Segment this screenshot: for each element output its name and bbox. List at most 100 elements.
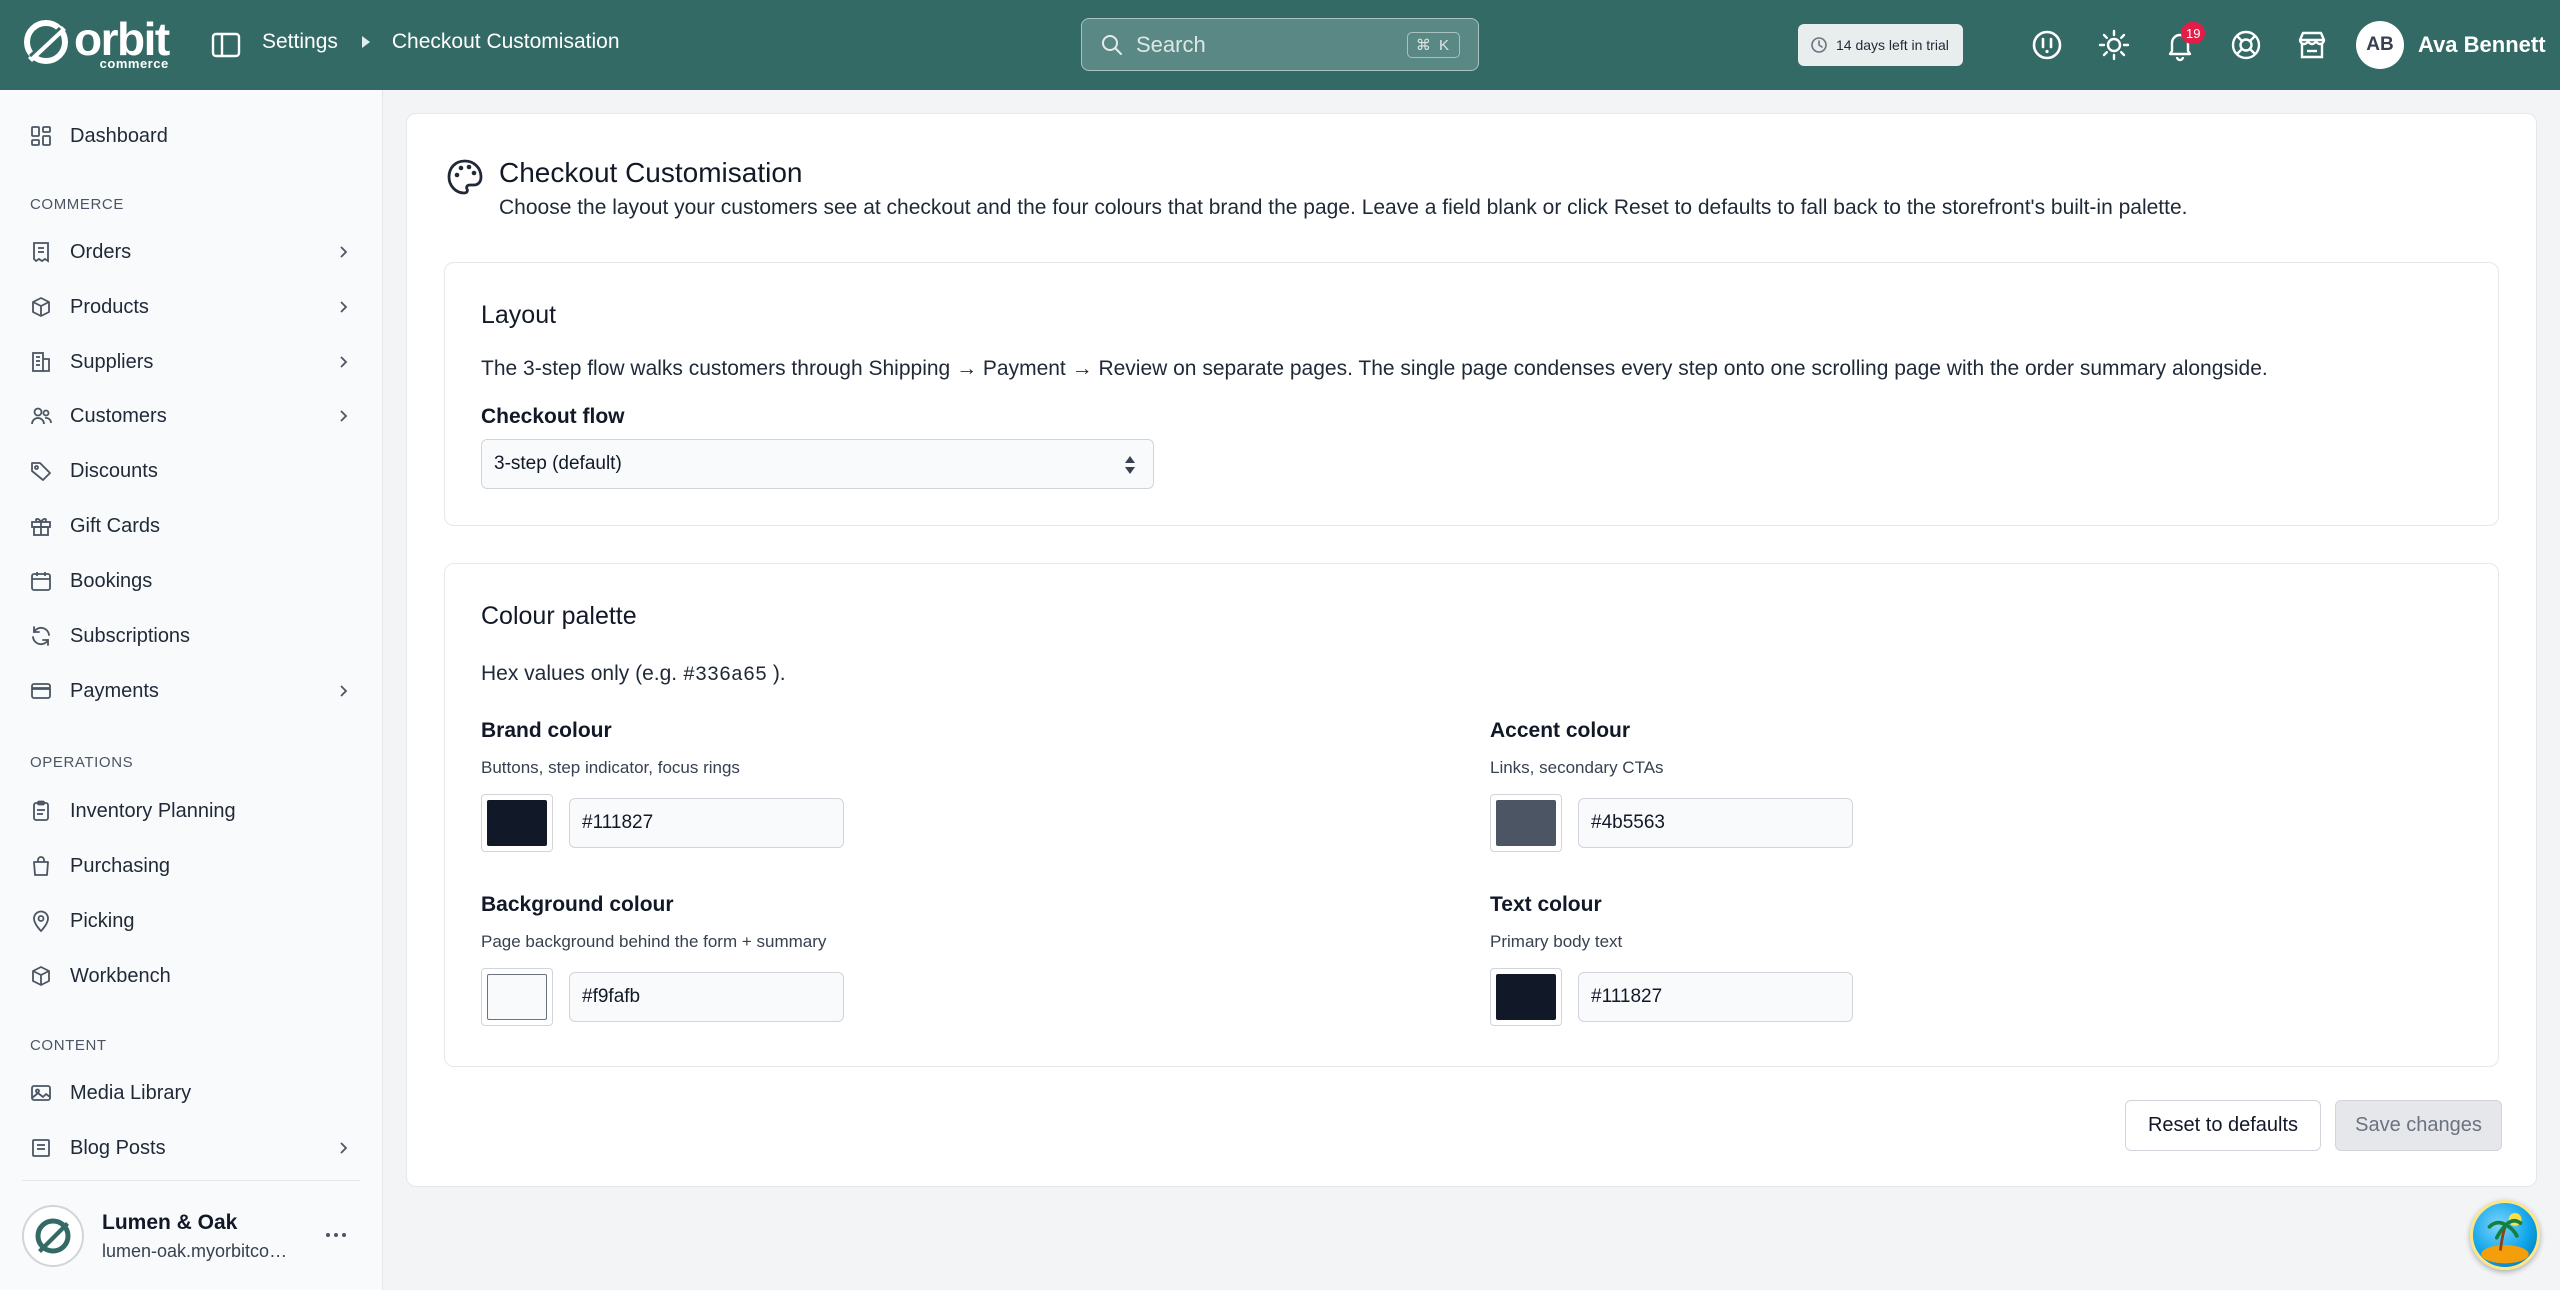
- user-name: Ava Bennett: [2418, 32, 2546, 57]
- store-logo: [22, 1205, 84, 1267]
- map-pin-icon: [29, 909, 53, 933]
- box-icon: [29, 964, 53, 988]
- notifications-button[interactable]: 19: [2160, 22, 2206, 65]
- chevron-right-icon: [340, 246, 348, 258]
- hex-hint-prefix: Hex values only (e.g.: [481, 662, 678, 685]
- text-colour-swatch[interactable]: [1490, 968, 1562, 1026]
- store-icon: [2298, 31, 2326, 59]
- sidebar-item-label: Discounts: [70, 459, 158, 482]
- reset-to-defaults-button[interactable]: Reset to defaults: [2125, 1100, 2321, 1151]
- assistant-bubble[interactable]: [2470, 1200, 2540, 1270]
- brand-subtitle: commerce: [99, 56, 169, 71]
- storefront-button[interactable]: [2292, 25, 2332, 65]
- sidebar-item-label: Customers: [70, 404, 167, 427]
- sidebar-item-payments[interactable]: Payments: [29, 671, 359, 711]
- sidebar-item-label: Orders: [70, 240, 132, 263]
- accent-colour-preview: [1496, 800, 1556, 846]
- sidebar-item-suppliers[interactable]: Suppliers: [29, 342, 359, 382]
- receipt-icon: [29, 240, 53, 264]
- clock-icon: [1811, 37, 1827, 53]
- sidebar-item-bookings[interactable]: Bookings: [29, 561, 359, 601]
- sidebar-item-label: Suppliers: [70, 350, 154, 373]
- checkout-flow-select[interactable]: 3-step (default): [481, 439, 1154, 489]
- avatar: AB: [2356, 21, 2404, 69]
- breadcrumb-settings[interactable]: Settings: [262, 30, 338, 54]
- sidebar-item-picking[interactable]: Picking: [29, 901, 359, 941]
- sidebar-item-label: Purchasing: [70, 854, 171, 877]
- sidebar-toggle-button[interactable]: [210, 29, 242, 61]
- feedback-button[interactable]: [2027, 25, 2067, 65]
- hex-hint: Hex values only (e.g. #336a65 ).: [481, 662, 786, 687]
- refresh-icon: [29, 624, 53, 648]
- background-colour-help: Page background behind the form + summar…: [481, 932, 827, 951]
- orbit-logo-icon: [24, 20, 68, 64]
- accent-colour-swatch[interactable]: [1490, 794, 1562, 852]
- sidebar-item-dashboard[interactable]: Dashboard: [29, 116, 359, 156]
- newspaper-icon: [29, 1136, 53, 1160]
- tag-icon: [29, 459, 53, 483]
- sidebar-item-media-library[interactable]: Media Library: [29, 1073, 359, 1113]
- search-shortcut-badge: ⌘ K: [1406, 31, 1460, 58]
- brand-colour-label: Brand colour: [481, 719, 612, 742]
- sidebar-item-gift-cards[interactable]: Gift Cards: [29, 506, 359, 546]
- breadcrumb-current: Checkout Customisation: [391, 30, 620, 53]
- sun-icon: [2098, 29, 2130, 61]
- sidebar-item-label: Gift Cards: [70, 514, 161, 537]
- sidebar-item-label: Payments: [70, 679, 159, 702]
- chevron-right-icon: [340, 301, 348, 313]
- theme-toggle-button[interactable]: [2094, 25, 2134, 65]
- image-icon: [29, 1081, 53, 1105]
- save-changes-button[interactable]: Save changes: [2335, 1100, 2502, 1151]
- text-colour-help: Primary body text: [1490, 932, 1623, 951]
- island-avatar-icon: [2481, 1213, 2529, 1264]
- sidebar-item-customers[interactable]: Customers: [29, 396, 359, 436]
- sidebar-item-inventory-planning[interactable]: Inventory Planning: [29, 791, 359, 831]
- user-menu[interactable]: AB Ava Bennett: [2356, 21, 2546, 69]
- store-url: lumen-oak.myorbitcommerce.com: [102, 1241, 302, 1261]
- chevron-right-icon: [340, 356, 348, 368]
- trial-badge[interactable]: 14 days left in trial: [1798, 24, 1963, 66]
- brand-colour-input[interactable]: [569, 798, 844, 848]
- brand-logo[interactable]: orbit commerce: [22, 16, 170, 71]
- background-colour-preview: [487, 974, 547, 1020]
- text-colour-label: Text colour: [1490, 893, 1602, 916]
- clipboard-icon: [29, 799, 53, 823]
- search-box[interactable]: ⌘ K: [1081, 18, 1479, 71]
- section-label-content: CONTENT: [30, 1037, 107, 1054]
- sidebar-item-label: Bookings: [70, 569, 153, 592]
- lifebuoy-icon: [2231, 30, 2261, 60]
- search-input[interactable]: [1136, 31, 1396, 58]
- top-bar: orbit commerce Settings Checkout Customi…: [0, 0, 2560, 90]
- sidebar-item-label: Picking: [70, 909, 135, 932]
- sidebar-item-purchasing[interactable]: Purchasing: [29, 846, 359, 886]
- help-button[interactable]: [2226, 25, 2266, 65]
- brand-colour-swatch[interactable]: [481, 794, 553, 852]
- sidebar-item-orders[interactable]: Orders: [29, 232, 359, 272]
- text-colour-input[interactable]: [1578, 972, 1853, 1022]
- sidebar-item-subscriptions[interactable]: Subscriptions: [29, 616, 359, 656]
- sidebar-item-label: Blog Posts: [70, 1136, 166, 1159]
- store-switcher[interactable]: Lumen & Oak lumen-oak.myorbitcommerce.co…: [22, 1205, 362, 1275]
- background-colour-swatch[interactable]: [481, 968, 553, 1026]
- users-icon: [29, 404, 53, 428]
- calendar-icon: [29, 569, 53, 593]
- sidebar-item-workbench[interactable]: Workbench: [29, 956, 359, 996]
- background-colour-input[interactable]: [569, 972, 844, 1022]
- sidebar-item-products[interactable]: Products: [29, 287, 359, 327]
- brand-colour-help: Buttons, step indicator, focus rings: [481, 758, 740, 777]
- store-name: Lumen & Oak: [102, 1211, 238, 1234]
- dashboard-icon: [29, 124, 53, 148]
- checkout-flow-label: Checkout flow: [481, 405, 625, 428]
- package-icon: [29, 295, 53, 319]
- orbit-logo-icon: [35, 1218, 71, 1254]
- more-horizontal-icon[interactable]: [322, 1223, 350, 1247]
- sidebar-item-blog-posts[interactable]: Blog Posts: [29, 1128, 359, 1168]
- accent-colour-input[interactable]: [1578, 798, 1853, 848]
- sidebar-item-label: Media Library: [70, 1081, 192, 1104]
- gift-icon: [29, 514, 53, 538]
- sidebar-item-label: Workbench: [70, 964, 171, 987]
- layout-panel: Layout The 3-step flow walks customers t…: [444, 262, 2499, 526]
- chevron-right-icon: [340, 685, 348, 697]
- sidebar-item-discounts[interactable]: Discounts: [29, 451, 359, 491]
- building-icon: [29, 350, 53, 374]
